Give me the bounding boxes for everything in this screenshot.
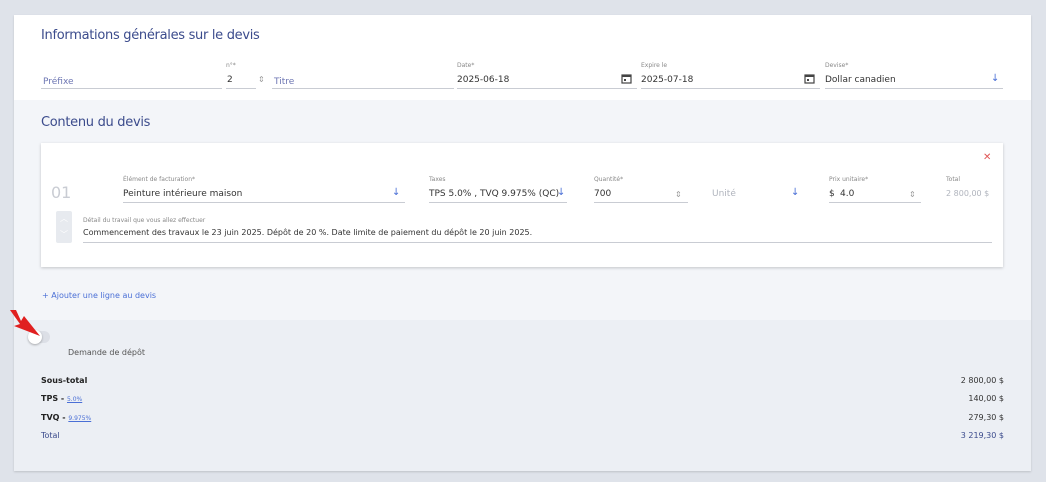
tps-label: TPS - <box>41 394 67 403</box>
chevron-down-icon[interactable]: ↓ <box>991 74 999 84</box>
total-label: Total <box>946 176 961 183</box>
general-info-section: Informations générales sur le devis Préf… <box>14 15 1031 100</box>
invoice-line-card: ✕ 01 Élément de facturation* Peinture in… <box>41 143 1003 267</box>
taxes-select[interactable]: TPS 5.0% , TVQ 9.975% (QC) <box>429 189 559 199</box>
calendar-icon[interactable] <box>621 73 632 87</box>
delete-line-icon[interactable]: ✕ <box>983 153 991 163</box>
tvq-value: 279,30 $ <box>968 413 1004 422</box>
expire-underline <box>641 88 820 89</box>
date-underline <box>457 88 637 89</box>
reorder-buttons[interactable]: ︿ ﹀ <box>56 211 72 243</box>
price-underline <box>829 202 921 203</box>
price-stepper-icon[interactable]: ⇕ <box>909 190 916 200</box>
quote-content-title: Contenu du devis <box>41 115 151 130</box>
quantity-stepper-icon[interactable]: ⇕ <box>675 190 682 200</box>
title-input[interactable]: Titre <box>274 77 294 87</box>
summary-section: Demande de dépôt Sous-total 2 800,00 $ T… <box>14 320 1031 471</box>
chevron-down-small-icon[interactable]: ﹀ <box>56 227 72 243</box>
price-label: Prix unitaire* <box>829 176 869 183</box>
taxes-chevron-down-icon[interactable]: ↓ <box>557 188 565 198</box>
taxes-label: Taxes <box>429 176 446 183</box>
calendar-expire-icon[interactable] <box>804 73 815 87</box>
subtotal-value: 2 800,00 $ <box>960 376 1004 385</box>
number-label: n°* <box>226 62 236 69</box>
unit-select[interactable]: Unité <box>712 189 736 199</box>
number-stepper-icon[interactable]: ⇕ <box>258 75 265 85</box>
total-value: 3 219,30 $ <box>960 431 1004 440</box>
price-currency: $ <box>829 189 835 199</box>
item-label: Élément de facturation* <box>123 176 196 183</box>
quantity-label: Quantité* <box>594 176 624 183</box>
currency-underline <box>825 88 1003 89</box>
prefix-underline <box>41 88 222 89</box>
tps-value: 140,00 $ <box>968 394 1004 403</box>
quote-form-card: Informations générales sur le devis Préf… <box>14 15 1031 471</box>
tps-rate-link[interactable]: 5.0% <box>67 396 82 403</box>
number-underline <box>226 88 256 89</box>
expire-label: Expire le <box>641 62 668 69</box>
tvq-label: TVQ - <box>41 413 69 422</box>
line-total-value: 2 800,00 $ <box>946 189 990 198</box>
deposit-toggle-label: Demande de dépôt <box>68 348 146 357</box>
date-input[interactable]: 2025-06-18 <box>457 75 509 85</box>
unit-chevron-down-icon[interactable]: ↓ <box>791 188 799 198</box>
chevron-up-icon[interactable]: ︿ <box>56 211 72 227</box>
item-chevron-down-icon[interactable]: ↓ <box>392 188 400 198</box>
total-label-summary: Total <box>41 431 60 440</box>
number-input[interactable]: 2 <box>227 75 233 85</box>
item-select[interactable]: Peinture intérieure maison <box>123 189 242 199</box>
detail-label: Détail du travail que vous allez effectu… <box>83 217 206 224</box>
general-info-title: Informations générales sur le devis <box>41 28 260 43</box>
price-input[interactable]: 4.0 <box>840 189 854 199</box>
currency-select[interactable]: Dollar canadien <box>825 75 896 85</box>
item-underline <box>123 202 405 203</box>
title-underline <box>272 88 454 89</box>
quantity-input[interactable]: 700 <box>594 189 611 199</box>
line-index: 01 <box>51 183 72 202</box>
taxes-underline <box>429 202 567 203</box>
annotation-arrow-icon <box>10 310 40 336</box>
subtotal-label: Sous-total <box>41 376 88 385</box>
detail-input[interactable]: Commencement des travaux le 23 juin 2025… <box>83 228 532 237</box>
quantity-underline <box>594 202 688 203</box>
currency-label: Devise* <box>825 62 849 69</box>
expire-input[interactable]: 2025-07-18 <box>641 75 693 85</box>
add-line-link[interactable]: + Ajouter une ligne au devis <box>42 291 156 300</box>
detail-underline <box>83 242 992 243</box>
prefix-input[interactable]: Préfixe <box>43 77 74 87</box>
tvq-rate-link[interactable]: 9.975% <box>68 415 91 422</box>
date-label: Date* <box>457 62 475 69</box>
